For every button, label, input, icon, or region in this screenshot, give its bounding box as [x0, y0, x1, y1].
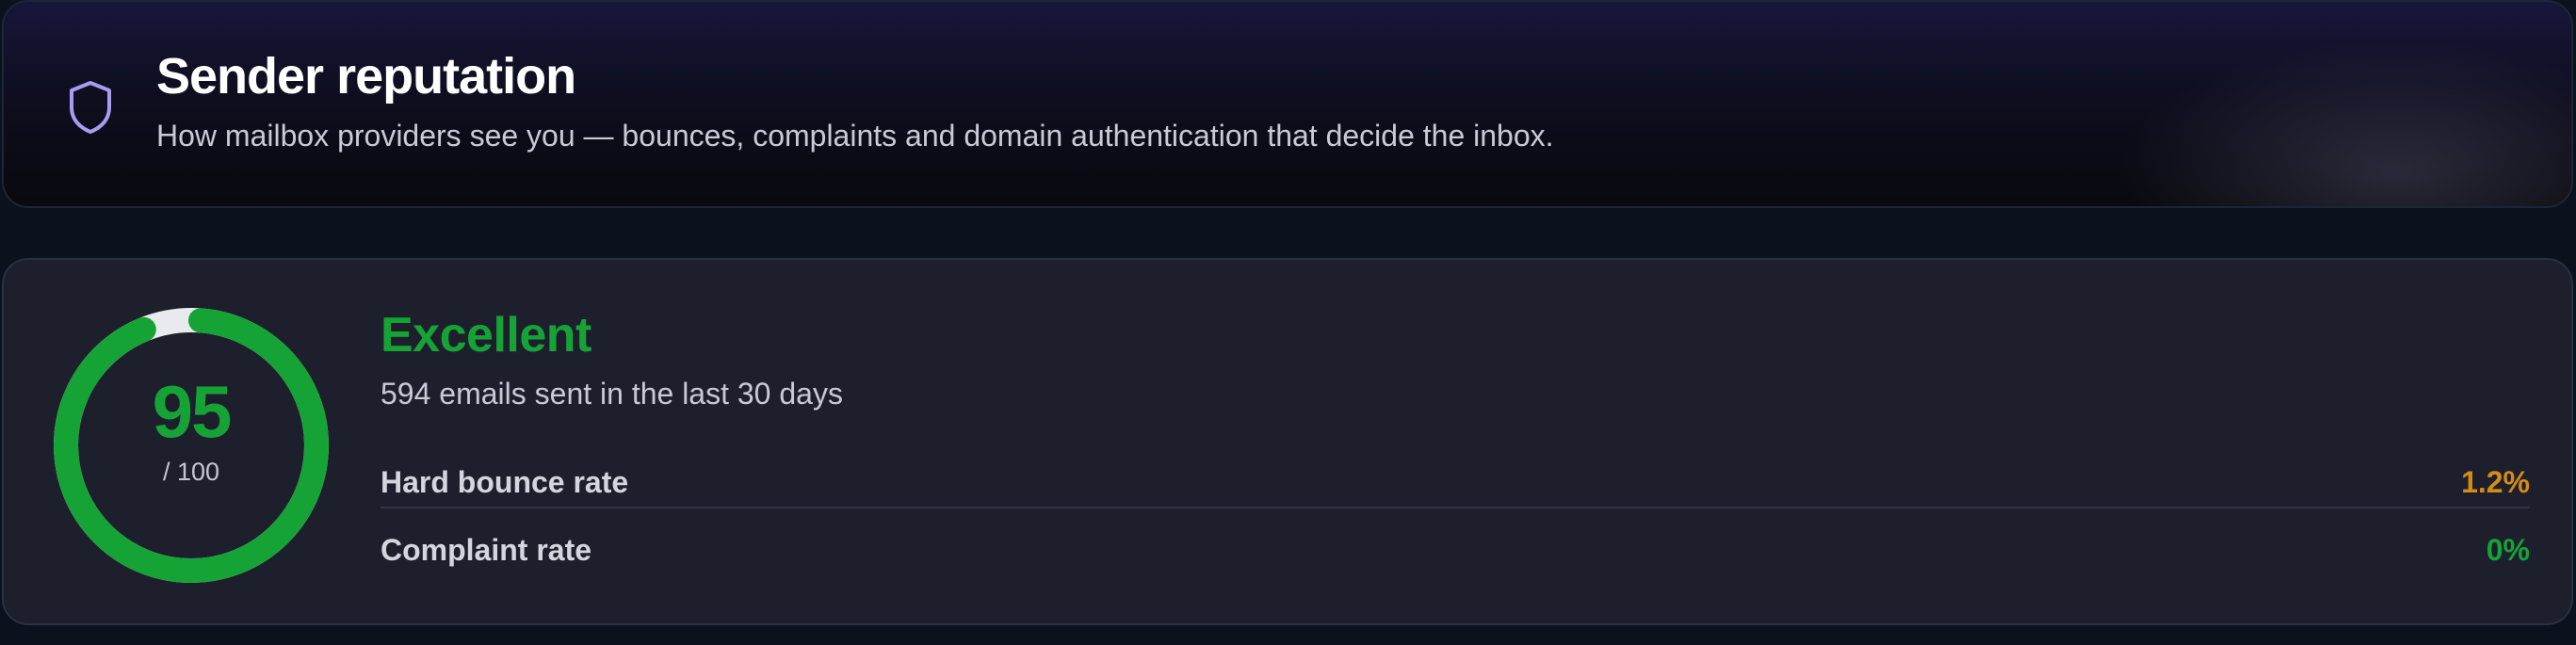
- metric-label: Hard bounce rate: [381, 465, 629, 499]
- metric-value: 0%: [2486, 533, 2530, 567]
- score-gauge: 95 / 100: [51, 305, 332, 586]
- metric-row-hard-bounce: Hard bounce rate 1.2%: [381, 454, 2530, 508]
- sender-reputation-header: Sender reputation How mailbox providers …: [2, 0, 2573, 208]
- page-subtitle: How mailbox providers see you — bounces,…: [156, 119, 1554, 153]
- shield-icon: [68, 79, 113, 136]
- metric-label: Complaint rate: [381, 533, 592, 567]
- score-value: 95: [152, 370, 233, 453]
- metric-value: 1.2%: [2461, 465, 2530, 499]
- emails-sent-summary: 594 emails sent in the last 30 days: [381, 377, 843, 411]
- reputation-score-card: 95 / 100 Excellent 594 emails sent in th…: [2, 258, 2573, 625]
- score-max: / 100: [162, 458, 220, 486]
- reputation-status: Excellent: [381, 308, 591, 363]
- metric-row-complaint: Complaint rate 0%: [381, 522, 2530, 574]
- page-title: Sender reputation: [156, 48, 576, 105]
